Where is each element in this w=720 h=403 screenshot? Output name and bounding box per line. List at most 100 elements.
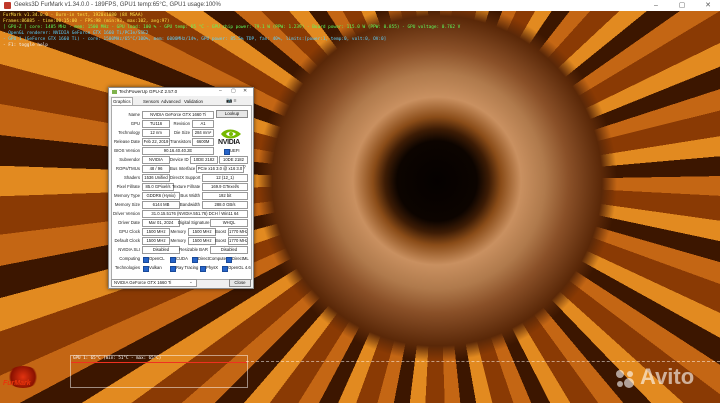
gpu-select-dropdown[interactable]: NVIDIA GeForce GTX 1660 Ti (111, 279, 197, 287)
tab-advanced[interactable]: Advanced (160, 98, 182, 105)
avito-logo-icon (616, 370, 634, 388)
defboost-label: Boost (215, 238, 226, 243)
menu-icon[interactable]: ≡ (234, 98, 237, 104)
buswidth-value: 192 bit (202, 192, 248, 200)
gpuz-minimize-button[interactable]: – (219, 88, 222, 94)
gpuclock-value: 1500 MHz (142, 228, 170, 236)
revision-value: A1 (192, 120, 214, 128)
lookup-button[interactable]: Lookup (216, 110, 248, 118)
tab-validation[interactable]: Validation (183, 98, 204, 105)
uefi-label: UEFI (230, 148, 240, 153)
gpuz-title: TechPowerUp GPU-Z 2.57.0 (119, 89, 178, 94)
furmark-logo: FurMark (3, 380, 31, 387)
driverdate-label: Driver Date (118, 220, 140, 225)
rops-label: ROPs/TMUs (115, 166, 140, 171)
directx-label: DirectX Support (170, 175, 201, 180)
tab-sensors[interactable]: Sensors (142, 98, 160, 105)
name-value: NVIDIA GeForce GTX 1660 Ti (142, 111, 214, 119)
title-bar: Geeks3D FurMark v1.34.0.0 - 189FPS, GPU1… (0, 0, 720, 11)
tech-opengl-label: OpenGL 4.6 (228, 265, 251, 270)
tech-raytracing-label: Ray Tracing (176, 265, 199, 270)
computing-directml-label: DirectML (232, 256, 249, 261)
close-gpuz-button[interactable]: Close (229, 279, 251, 287)
texturefill-label: Texture Fillrate (172, 184, 201, 189)
deviceid-value-2: 10DE 2182 (219, 156, 248, 164)
boost-label: Boost (215, 229, 226, 234)
resbar-value: Disabled (210, 246, 248, 254)
bandwidth-value: 288.0 GB/s (202, 201, 248, 209)
sli-label: NVIDIA SLI (118, 247, 140, 252)
shaders-label: Shaders (123, 175, 140, 180)
release-label: Release Date (113, 139, 140, 144)
texturefill-value: 169.9 GTexel/s (202, 183, 248, 191)
transistors-value: 6600M (192, 138, 214, 146)
diesize-label: Die Size (173, 130, 190, 135)
help-icon[interactable]: ? (243, 165, 246, 171)
defboost-value: 1770 MHz (228, 237, 248, 245)
businterface-label: Bus Interface (170, 166, 196, 171)
driverver-value: 31.0.15.5176 (NVIDIA 551.76) DCH / Win11… (142, 210, 248, 218)
digsig-label: Digital Signature (178, 220, 210, 225)
computing-label: Computing (119, 256, 140, 261)
defmemory-value: 1500 MHz (188, 237, 216, 245)
gpuz-maximize-button[interactable]: ▢ (231, 88, 236, 94)
maximize-button[interactable]: ▢ (670, 0, 694, 11)
avito-watermark: Avito (640, 364, 695, 389)
subvendor-label: Subvendor (119, 157, 140, 162)
buswidth-label: Bus Width (180, 193, 200, 198)
transistors-label: Transistors (170, 139, 192, 144)
businterface-value: PCIe x16 3.0 @ x16 3.0 (196, 165, 244, 173)
tab-graphics-card[interactable]: Graphics Card (111, 97, 133, 111)
sli-value: Disabled (142, 246, 180, 254)
gpuz-window: TechPowerUp GPU-Z 2.57.0 – ▢ ✕ Graphics … (108, 87, 254, 289)
gpuclock-label: GPU Clock (118, 229, 140, 234)
chevron-down-icon[interactable]: ⌄ (189, 279, 193, 285)
technology-label: Technology (118, 130, 140, 135)
memory-value: 1500 MHz (188, 228, 216, 236)
gpu-label: GPU (130, 121, 140, 126)
computing-opencl-label: OpenCL (149, 256, 165, 261)
graph-label: GPU 1: 65°C (min: 51°C - max: 65°C) (73, 355, 162, 360)
diesize-value: 284 mm² (192, 129, 214, 137)
minimize-button[interactable]: – (644, 0, 668, 11)
bios-label: BIOS Version (114, 148, 140, 153)
osd-line-help: - F1: toggle help (3, 43, 48, 48)
computing-cuda-label: CUDA (176, 256, 188, 261)
gpu-value: TU116 (142, 120, 170, 128)
computing-directcompute-label: DirectCompute (198, 256, 226, 261)
gpuz-tab-icons: 📷 ≡ (226, 98, 237, 104)
deviceid-label: Device ID (170, 157, 189, 162)
pixelfill-value: 85.0 GPixel/s (142, 183, 174, 191)
memtype-label: Memory Type (114, 193, 140, 198)
tech-physx-label: PhysX (206, 265, 219, 270)
tech-vulkan-label: Vulkan (149, 265, 162, 270)
boost-value: 1770 MHz (228, 228, 248, 236)
gpuz-app-icon (112, 90, 117, 94)
close-button[interactable]: ✕ (696, 0, 720, 11)
driverdate-value: Mar 01, 2024 (142, 219, 180, 227)
technologies-label: Technologies (114, 265, 140, 270)
graph-baseline (246, 361, 720, 362)
shaders-value: 1536 Unified (142, 174, 170, 182)
driverver-label: Driver Version (113, 211, 140, 216)
rops-value: 48 / 96 (142, 165, 170, 173)
subvendor-value: NVIDIA (142, 156, 170, 164)
gpuz-bottom-bar: NVIDIA GeForce GTX 1660 Ti ⌄ Close (111, 279, 251, 287)
furmark-app-icon (4, 2, 11, 9)
defclock-value: 1500 MHz (142, 237, 170, 245)
technology-value: 12 nm (142, 129, 170, 137)
deviceid-value-1: 10DE 2182 (190, 156, 218, 164)
memsize-label: Memory Size (114, 202, 140, 207)
pixelfill-label: Pixel Fillrate (116, 184, 140, 189)
defmemory-label: Memory (170, 238, 186, 243)
bios-value: 90.16.40.40.2E (142, 147, 214, 155)
memory-label: Memory (170, 229, 186, 234)
screenshot-icon[interactable]: 📷 (226, 98, 232, 104)
graph-line (71, 362, 247, 363)
resbar-label: Resizable BAR (179, 247, 208, 252)
memtype-value: GDDR6 (Hynix) (142, 192, 180, 200)
release-value: Feb 22, 2019 (142, 138, 170, 146)
bandwidth-label: Bandwidth (179, 202, 200, 207)
gpuz-close-button[interactable]: ✕ (243, 88, 247, 94)
memsize-value: 6144 MB (142, 201, 180, 209)
